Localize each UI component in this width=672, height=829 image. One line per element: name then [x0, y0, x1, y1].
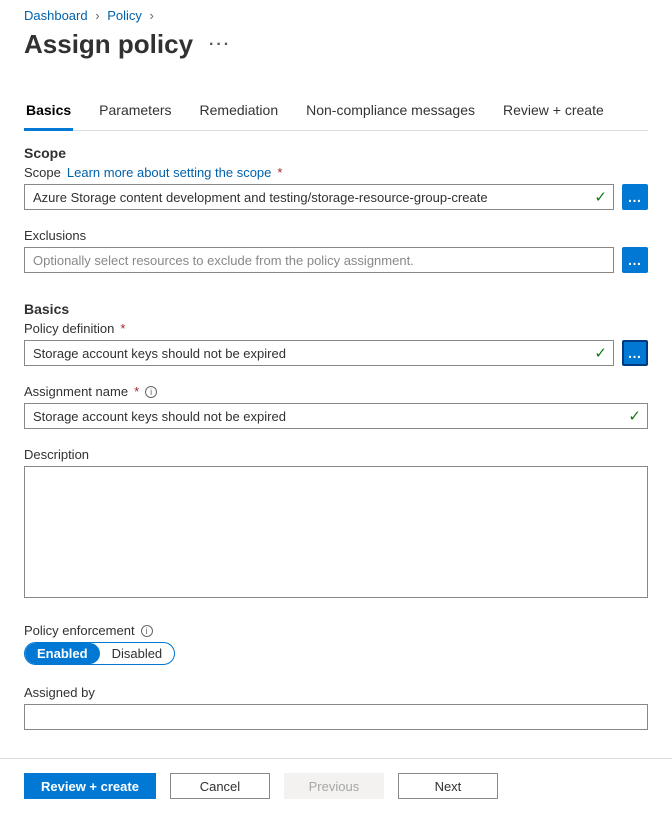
assignment-value: Storage account keys should not be expir… [33, 409, 286, 424]
assigned-by-label: Assigned by [24, 685, 648, 700]
page-title: Assign policy ··· [24, 29, 648, 60]
policy-def-label-row: Policy definition * [24, 321, 648, 336]
breadcrumb-policy[interactable]: Policy [107, 8, 142, 23]
breadcrumb: Dashboard › Policy › [24, 8, 648, 23]
cancel-button[interactable]: Cancel [170, 773, 270, 799]
scope-label: Scope [24, 165, 61, 180]
tab-basics[interactable]: Basics [24, 96, 73, 131]
breadcrumb-dashboard[interactable]: Dashboard [24, 8, 88, 23]
exclusions-placeholder: Optionally select resources to exclude f… [33, 253, 414, 268]
tab-remediation[interactable]: Remediation [198, 96, 281, 131]
more-actions-icon[interactable]: ··· [209, 36, 231, 54]
required-icon: * [120, 321, 125, 336]
scope-heading: Scope [24, 145, 648, 161]
check-icon: ✓ [628, 407, 641, 425]
description-input[interactable] [24, 466, 648, 598]
tabs: Basics Parameters Remediation Non-compli… [24, 96, 648, 131]
policy-def-input[interactable]: Storage account keys should not be expir… [24, 340, 614, 366]
assignment-input[interactable]: Storage account keys should not be expir… [24, 403, 648, 429]
ellipsis-icon: … [628, 189, 643, 205]
assigned-by-input[interactable] [24, 704, 648, 730]
enforcement-disabled[interactable]: Disabled [100, 643, 175, 664]
scope-picker-button[interactable]: … [622, 184, 648, 210]
basics-heading: Basics [24, 301, 648, 317]
scope-label-row: Scope Learn more about setting the scope… [24, 165, 648, 180]
exclusions-label: Exclusions [24, 228, 648, 243]
chevron-right-icon: › [150, 8, 154, 23]
enforcement-enabled[interactable]: Enabled [25, 643, 100, 664]
check-icon: ✓ [594, 188, 607, 206]
enforcement-label: Policy enforcement [24, 623, 135, 638]
info-icon[interactable]: i [145, 386, 157, 398]
exclusions-input[interactable]: Optionally select resources to exclude f… [24, 247, 614, 273]
review-create-button[interactable]: Review + create [24, 773, 156, 799]
check-icon: ✓ [594, 344, 607, 362]
previous-button: Previous [284, 773, 384, 799]
policy-def-value: Storage account keys should not be expir… [33, 346, 286, 361]
tab-parameters[interactable]: Parameters [97, 96, 173, 131]
exclusions-picker-button[interactable]: … [622, 247, 648, 273]
required-icon: * [277, 165, 282, 180]
scope-learn-link[interactable]: Learn more about setting the scope [67, 165, 272, 180]
chevron-right-icon: › [95, 8, 99, 23]
page-title-text: Assign policy [24, 29, 193, 60]
scope-value: Azure Storage content development and te… [33, 190, 488, 205]
tab-review[interactable]: Review + create [501, 96, 606, 131]
footer: Review + create Cancel Previous Next [0, 758, 672, 813]
enforcement-label-row: Policy enforcement i [24, 623, 648, 638]
enforcement-toggle[interactable]: Enabled Disabled [24, 642, 175, 665]
assignment-label: Assignment name [24, 384, 128, 399]
ellipsis-icon: … [628, 252, 643, 268]
next-button[interactable]: Next [398, 773, 498, 799]
scope-input[interactable]: Azure Storage content development and te… [24, 184, 614, 210]
description-label: Description [24, 447, 648, 462]
info-icon[interactable]: i [141, 625, 153, 637]
assignment-label-row: Assignment name * i [24, 384, 648, 399]
policy-def-label: Policy definition [24, 321, 114, 336]
tab-noncompliance[interactable]: Non-compliance messages [304, 96, 477, 131]
required-icon: * [134, 384, 139, 399]
ellipsis-icon: … [628, 345, 643, 361]
policy-def-picker-button[interactable]: … [622, 340, 648, 366]
